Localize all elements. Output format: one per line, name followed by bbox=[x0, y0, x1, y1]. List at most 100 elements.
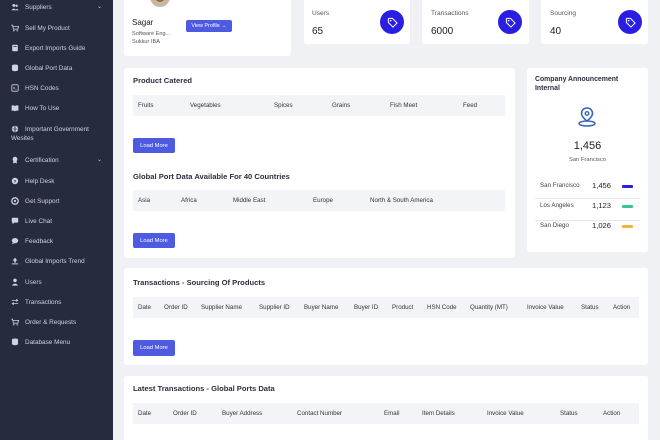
legend-row: Los Angeles 1,123 bbox=[540, 201, 640, 212]
sidebar-item-order-requests[interactable]: Order & Requests bbox=[0, 318, 113, 327]
view-profile-button[interactable]: View Profile → bbox=[186, 20, 232, 32]
load-more-button[interactable]: Load More bbox=[133, 340, 175, 356]
cart-icon bbox=[11, 318, 19, 326]
help-icon: ? bbox=[11, 177, 19, 185]
stat-label: Transactions bbox=[431, 10, 469, 17]
sidebar-item-label: Global Port Data bbox=[25, 65, 73, 72]
column-header[interactable]: Supplier ID bbox=[259, 297, 290, 318]
region-cell[interactable]: Europe bbox=[313, 190, 333, 211]
column-header[interactable]: Order ID bbox=[173, 403, 197, 424]
column-header[interactable]: Item Details bbox=[422, 403, 455, 424]
tag-icon[interactable] bbox=[380, 10, 404, 34]
load-more-button[interactable]: Load More bbox=[133, 233, 175, 248]
stat-card-users: Users 65 bbox=[304, 0, 410, 44]
sidebar-item-sell-my-product[interactable]: Sell My Product bbox=[0, 24, 113, 33]
feedback-icon bbox=[11, 237, 19, 245]
sidebar-item-get-support[interactable]: Get Support bbox=[0, 197, 113, 206]
upload-icon bbox=[11, 257, 19, 265]
legend-swatch bbox=[622, 205, 633, 208]
sidebar-item-transactions[interactable]: Transactions bbox=[0, 298, 113, 307]
sidebar-item-live-chat[interactable]: Live Chat bbox=[0, 217, 113, 226]
announcement-subtitle: Internal bbox=[535, 85, 560, 92]
category-cell[interactable]: Fruits bbox=[138, 95, 153, 116]
category-cell[interactable]: Grains bbox=[332, 95, 350, 116]
divider bbox=[535, 198, 640, 199]
product-category-row: Fruits Vegetables Spices Grains Fish Mee… bbox=[133, 95, 505, 116]
region-row: Asia Africa Middle East Europe North & S… bbox=[133, 190, 505, 211]
stat-label: Users bbox=[312, 10, 330, 17]
column-header[interactable]: Buyer ID bbox=[354, 297, 378, 318]
legend-row: San Francisco 1,456 bbox=[540, 181, 640, 192]
column-header[interactable]: Date bbox=[138, 403, 151, 424]
divider bbox=[535, 220, 640, 221]
table-header: Date Order ID Buyer Address Contact Numb… bbox=[133, 403, 639, 424]
column-header[interactable]: Status bbox=[581, 297, 599, 318]
avatar[interactable] bbox=[150, 0, 170, 7]
sidebar-item-label: Help Desk bbox=[25, 178, 55, 185]
column-header[interactable]: Date bbox=[138, 297, 151, 318]
column-header[interactable]: Buyer Address bbox=[222, 403, 262, 424]
region-cell[interactable]: Africa bbox=[181, 190, 197, 211]
sidebar-item-label: Sell My Product bbox=[25, 25, 70, 32]
latest-transactions-card: Latest Transactions - Global Ports Data … bbox=[124, 376, 648, 440]
region-cell[interactable]: Asia bbox=[138, 190, 150, 211]
legend-swatch bbox=[622, 225, 633, 228]
transfer-icon bbox=[11, 298, 19, 306]
sidebar-item-help-desk[interactable]: ? Help Desk bbox=[0, 177, 113, 186]
column-header[interactable]: Contact Number bbox=[297, 403, 342, 424]
column-header[interactable]: Invoice Value bbox=[527, 297, 564, 318]
stat-value: 6000 bbox=[431, 26, 454, 37]
book-icon bbox=[11, 44, 19, 52]
sidebar-item-suppliers[interactable]: Suppliers ⌄ bbox=[0, 3, 113, 12]
sidebar-item-label: Suppliers bbox=[25, 4, 52, 11]
legend-swatch bbox=[622, 185, 633, 188]
section-title: Product Catered bbox=[133, 76, 193, 85]
tag-icon[interactable] bbox=[618, 10, 642, 34]
sidebar-item-certification[interactable]: Certification ⌄ bbox=[0, 156, 113, 165]
code-icon bbox=[11, 84, 19, 92]
profile-org: Sukkur IBA bbox=[132, 39, 160, 45]
column-header[interactable]: Buyer Name bbox=[304, 297, 338, 318]
sidebar-item-global-imports-trend[interactable]: Global Imports Trend bbox=[0, 257, 113, 266]
sidebar-item-label: Get Support bbox=[25, 198, 60, 205]
column-header[interactable]: Supplier Name bbox=[201, 297, 242, 318]
legend-row: San Diego 1,026 bbox=[540, 221, 640, 232]
sidebar-item-important-government-websites[interactable]: Important Government Wesites bbox=[0, 125, 113, 145]
category-cell[interactable]: Spices bbox=[274, 95, 293, 116]
sidebar-item-how-to-use[interactable]: How To Use bbox=[0, 104, 113, 113]
announcement-big-value: 1,456 bbox=[573, 140, 602, 152]
transactions-card: Transactions - Sourcing Of Products Date… bbox=[124, 268, 648, 365]
tag-icon[interactable] bbox=[498, 10, 522, 34]
sidebar-item-hsn-codes[interactable]: HSN Codes bbox=[0, 84, 113, 93]
column-header[interactable]: Email bbox=[384, 403, 399, 424]
category-cell[interactable]: Fish Meet bbox=[390, 95, 417, 116]
sidebar-item-label: Certification bbox=[25, 157, 59, 164]
column-header[interactable]: Order ID bbox=[164, 297, 188, 318]
section-title: Latest Transactions - Global Ports Data bbox=[133, 384, 275, 393]
column-header[interactable]: Invoice Value bbox=[487, 403, 524, 424]
sidebar-item-global-port-data[interactable]: Global Port Data bbox=[0, 64, 113, 73]
support-icon bbox=[11, 197, 19, 205]
sidebar-item-feedback[interactable]: Feedback bbox=[0, 237, 113, 246]
column-header[interactable]: Action bbox=[603, 403, 620, 424]
sidebar-item-users[interactable]: Users bbox=[0, 278, 113, 287]
sidebar-item-label: Important Government Wesites bbox=[11, 126, 89, 142]
column-header[interactable]: Status bbox=[560, 403, 578, 424]
column-header[interactable]: Quantity (MT) bbox=[470, 297, 508, 318]
sidebar-item-label: Database Menu bbox=[25, 339, 71, 346]
stat-value: 40 bbox=[550, 26, 562, 37]
category-cell[interactable]: Vegetables bbox=[190, 95, 221, 116]
table-header: Date Order ID Supplier Name Supplier ID … bbox=[133, 297, 639, 318]
category-cell[interactable]: Feed bbox=[463, 95, 477, 116]
column-header[interactable]: HSN Code bbox=[427, 297, 457, 318]
legend-value: 1,026 bbox=[592, 221, 612, 230]
sidebar-item-label: Export Imports Guide bbox=[25, 45, 86, 52]
sidebar-item-database-menu[interactable]: Database Menu bbox=[0, 338, 113, 347]
load-more-button[interactable]: Load More bbox=[133, 138, 175, 153]
region-cell[interactable]: Middle East bbox=[233, 190, 265, 211]
sidebar-item-export-imports-guide[interactable]: Export Imports Guide bbox=[0, 44, 113, 53]
products-card: Product Catered Fruits Vegetables Spices… bbox=[124, 68, 515, 258]
region-cell[interactable]: North & South America bbox=[370, 190, 433, 211]
column-header[interactable]: Product bbox=[392, 297, 413, 318]
column-header[interactable]: Action bbox=[613, 297, 630, 318]
